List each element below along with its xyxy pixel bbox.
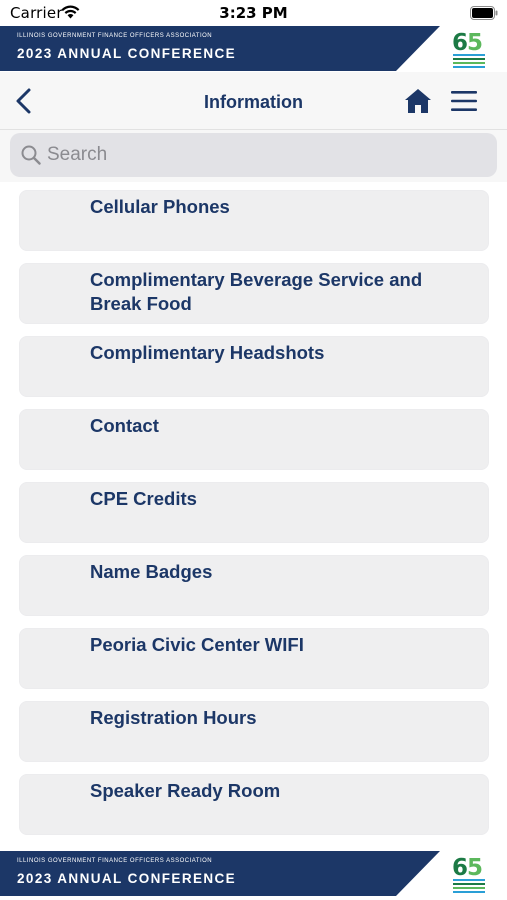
search-bar — [0, 130, 507, 182]
list-item-name-badges[interactable]: Name Badges — [19, 555, 489, 616]
list-item-cellular-phones[interactable]: Cellular Phones — [19, 190, 489, 251]
list-item-label: Complimentary Headshots — [90, 342, 325, 363]
banner-org-name: ILLINOIS GOVERNMENT FINANCE OFFICERS ASS… — [17, 858, 213, 864]
clock-time: 3:23 PM — [219, 4, 288, 22]
list-item-label: Speaker Ready Room — [90, 780, 281, 801]
list-item-label: Contact — [90, 415, 159, 436]
igfoa-65-logo-icon: 6 5 — [452, 855, 485, 893]
search-icon — [21, 145, 41, 165]
list-item-label: Complimentary Beverage Service and Break… — [90, 269, 423, 314]
banner-org-name: ILLINOIS GOVERNMENT FINANCE OFFICERS ASS… — [17, 33, 213, 39]
svg-text:5: 5 — [467, 30, 483, 56]
list-item-label: Peoria Civic Center WIFI — [90, 634, 304, 655]
list-item-complimentary-beverage[interactable]: Complimentary Beverage Service and Break… — [19, 263, 489, 324]
banner-conference-title: 2023 ANNUAL CONFERENCE — [17, 46, 237, 61]
navigation-bar: Information — [0, 72, 507, 130]
svg-text:6: 6 — [452, 30, 468, 56]
svg-text:5: 5 — [467, 855, 483, 881]
svg-text:6: 6 — [452, 855, 468, 881]
list-item-registration-hours[interactable]: Registration Hours — [19, 701, 489, 762]
list-item-label: Cellular Phones — [90, 196, 230, 217]
banner-conference-title: 2023 ANNUAL CONFERENCE — [17, 871, 237, 886]
battery-icon — [470, 6, 498, 20]
list-item-contact[interactable]: Contact — [19, 409, 489, 470]
search-field[interactable] — [10, 133, 497, 177]
hamburger-menu-icon[interactable] — [450, 89, 478, 113]
status-bar: Carrier 3:23 PM — [0, 0, 507, 26]
list-item-label: CPE Credits — [90, 488, 197, 509]
igfoa-65-logo-icon: 6 5 — [452, 30, 485, 68]
search-input[interactable] — [47, 139, 467, 171]
list-item-label: Name Badges — [90, 561, 213, 582]
list-item-label: Registration Hours — [90, 707, 257, 728]
list-item-complimentary-headshots[interactable]: Complimentary Headshots — [19, 336, 489, 397]
list-item-peoria-civic-center-wifi[interactable]: Peoria Civic Center WIFI — [19, 628, 489, 689]
list-item-speaker-ready-room[interactable]: Speaker Ready Room — [19, 774, 489, 835]
conference-banner-bottom: ILLINOIS GOVERNMENT FINANCE OFFICERS ASS… — [0, 851, 507, 896]
conference-banner-top: ILLINOIS GOVERNMENT FINANCE OFFICERS ASS… — [0, 26, 507, 71]
list-item-cpe-credits[interactable]: CPE Credits — [19, 482, 489, 543]
home-icon[interactable] — [403, 86, 433, 116]
